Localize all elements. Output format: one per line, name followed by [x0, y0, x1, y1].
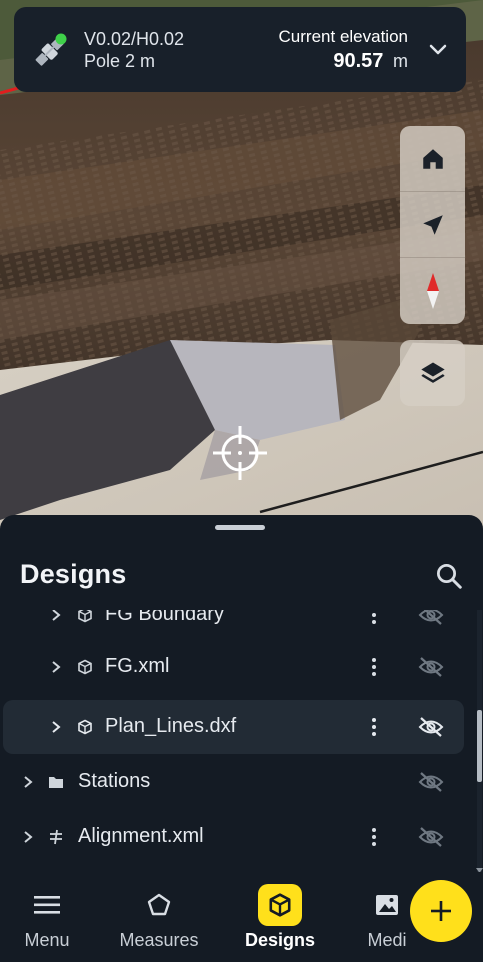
tree-row-label: Plan_Lines.dxf	[105, 715, 237, 737]
scrollbar-thumb[interactable]	[477, 710, 482, 782]
tree-row-label: FG.xml	[105, 655, 170, 677]
eye-off-icon[interactable]	[418, 610, 444, 626]
pole-height-text: Pole 2 m	[84, 50, 156, 71]
tree-row[interactable]: FG.xml	[0, 642, 476, 692]
tree-row-label: Stations	[78, 770, 151, 792]
elevation-label: Current elevation	[278, 26, 408, 46]
tree-row[interactable]: FG Boundary	[0, 610, 476, 640]
search-icon	[437, 564, 462, 589]
tree-row[interactable]: Alignment.xml	[0, 812, 476, 862]
layers-button[interactable]	[400, 340, 465, 406]
chevron-right-icon[interactable]	[21, 830, 35, 844]
gnss-status-bar[interactable]: V0.02/H0.02 Pole 2 m Current elevation 9…	[14, 7, 466, 92]
chevron-right-icon[interactable]	[49, 610, 63, 622]
hamburger-icon	[25, 884, 69, 926]
nav-label: Menu	[24, 930, 70, 950]
more-vert-icon[interactable]	[367, 826, 381, 848]
plus-icon	[431, 901, 451, 921]
folder-icon	[49, 777, 63, 788]
eye-off-icon[interactable]	[418, 826, 444, 848]
more-vert-icon[interactable]	[367, 610, 381, 626]
tree-row[interactable]: Stations	[0, 757, 476, 807]
chevron-down-icon[interactable]	[426, 38, 450, 62]
map-view[interactable]: V0.02/H0.02 Pole 2 m Current elevation 9…	[0, 0, 483, 540]
cube-icon	[78, 610, 92, 623]
chevron-right-icon[interactable]	[49, 660, 63, 674]
cube-icon	[78, 719, 92, 735]
tree-row-label: FG Boundary	[105, 610, 224, 625]
tree-row-label: Alignment.xml	[78, 825, 204, 847]
design-cube-icon	[258, 884, 302, 926]
nav-label: Measures	[119, 930, 199, 950]
cube-icon	[78, 659, 92, 675]
add-button[interactable]	[410, 880, 472, 942]
drag-handle[interactable]	[215, 525, 265, 530]
accuracy-text: V0.02/H0.02	[84, 28, 185, 49]
locate-button[interactable]	[400, 192, 465, 258]
chevron-right-icon[interactable]	[21, 775, 35, 789]
compass-icon	[426, 273, 439, 309]
alignment-icon	[50, 829, 62, 845]
tree-row-selected[interactable]: Plan_Lines.dxf	[0, 700, 476, 754]
elevation-value: 90.57	[333, 49, 384, 72]
layer-controls	[400, 340, 465, 406]
eye-off-icon[interactable]	[418, 656, 444, 678]
more-vert-icon[interactable]	[367, 716, 381, 738]
elevation-unit: m	[393, 50, 408, 71]
eye-off-icon[interactable]	[418, 771, 444, 793]
chevron-right-icon[interactable]	[49, 720, 63, 734]
sheet-title: Designs	[20, 559, 127, 589]
nav-measures[interactable]: Measures	[115, 872, 203, 962]
nav-menu[interactable]: Menu	[22, 872, 72, 962]
compass-button[interactable]	[400, 258, 465, 324]
eye-off-icon[interactable]	[418, 716, 444, 738]
home-button[interactable]	[400, 126, 465, 192]
home-icon	[422, 148, 443, 169]
search-button[interactable]	[434, 561, 464, 591]
nav-designs[interactable]: Designs	[240, 872, 320, 962]
design-tree: FG Boundary FG.xml Plan_Lines.dxf Statio…	[0, 610, 476, 872]
navigation-arrow-icon	[422, 214, 443, 235]
image-icon	[365, 884, 409, 926]
map-controls	[400, 126, 465, 324]
layers-icon	[420, 362, 445, 383]
polygon-icon	[137, 884, 181, 926]
nav-media[interactable]: Medi	[360, 872, 414, 962]
tree-scrollbar[interactable]	[476, 610, 483, 878]
crosshair-icon	[213, 426, 267, 480]
more-vert-icon[interactable]	[367, 656, 381, 678]
nav-label: Medi	[367, 930, 407, 950]
nav-label: Designs	[244, 930, 316, 950]
satellite-icon	[30, 30, 70, 70]
